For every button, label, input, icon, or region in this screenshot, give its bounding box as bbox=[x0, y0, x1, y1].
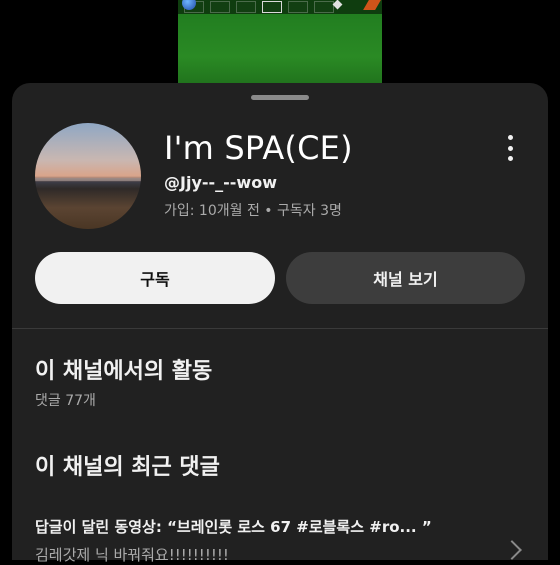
more-dot bbox=[507, 135, 513, 140]
video-game-toolbar bbox=[178, 0, 382, 14]
toolbar-slot bbox=[288, 1, 308, 13]
channel-bottom-sheet: I'm SPA(CE) @Jjy--_--wow 가입: 10개월 전 • 구독… bbox=[12, 83, 548, 564]
more-dot bbox=[507, 156, 513, 161]
channel-avatar[interactable] bbox=[35, 123, 141, 229]
toolbar-slot bbox=[210, 1, 230, 13]
more-vertical-icon[interactable] bbox=[502, 133, 518, 163]
drag-handle[interactable] bbox=[251, 95, 309, 100]
toolbar-slot bbox=[314, 1, 334, 13]
comment-video-title: 답글이 달린 동영상: “브레인롯 로스 67 #로블록스 #ro... ” bbox=[35, 518, 432, 536]
activity-section-title: 이 채널에서의 활동 bbox=[35, 359, 213, 384]
chevron-right-icon[interactable] bbox=[502, 540, 522, 560]
channel-handle: @Jjy--_--wow bbox=[164, 173, 277, 192]
recent-comments-title: 이 채널의 최근 댓글 bbox=[35, 455, 220, 480]
toolbar-slot-selected bbox=[262, 1, 282, 13]
comment-text: 김레갓제 닉 바꿔줘요!!!!!!!!!! bbox=[35, 546, 229, 564]
channel-name: I'm SPA(CE) bbox=[164, 129, 353, 167]
avatar-horizon bbox=[35, 178, 141, 181]
comment-count: 댓글 77개 bbox=[35, 393, 96, 409]
divider bbox=[12, 328, 548, 329]
channel-meta: 가입: 10개월 전 • 구독자 3명 bbox=[164, 203, 342, 219]
background-video bbox=[178, 0, 382, 95]
subscribe-button[interactable]: 구독 bbox=[35, 252, 275, 304]
toolbar-slot bbox=[236, 1, 256, 13]
more-dot bbox=[507, 145, 513, 151]
view-channel-button[interactable]: 채널 보기 bbox=[286, 252, 525, 304]
